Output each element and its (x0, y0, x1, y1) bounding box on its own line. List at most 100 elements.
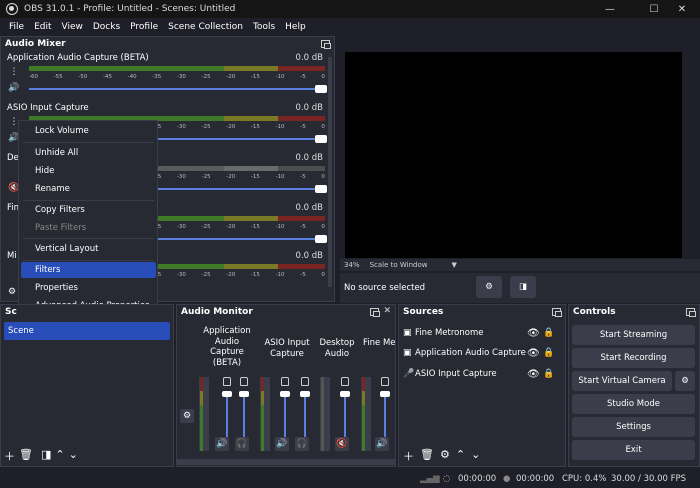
channel-menu-icon[interactable]: ⋮ (7, 65, 21, 79)
lock-icon[interactable]: 🔒 (543, 369, 554, 379)
volume-slider[interactable] (29, 85, 327, 93)
preview-canvas[interactable] (345, 52, 682, 258)
muted-speaker-icon[interactable]: 🔇 (335, 437, 349, 451)
mixer-scrollbar[interactable] (328, 57, 332, 287)
lock-icon[interactable] (240, 377, 248, 386)
menu-item-copy-filters[interactable]: Copy Filters (19, 202, 158, 218)
undock-icon[interactable] (321, 40, 331, 49)
chevron-down-icon[interactable]: ▼ (451, 261, 456, 269)
menu-profile[interactable]: Profile (130, 22, 158, 32)
add-scene-icon[interactable]: ＋ (4, 448, 15, 464)
fader-handle[interactable] (380, 391, 390, 397)
menu-item-vertical-layout[interactable]: Vertical Layout (19, 241, 158, 257)
menu-file[interactable]: File (9, 22, 24, 32)
fader-handle[interactable] (239, 391, 249, 397)
mixer-channel-db: 0.0 dB (295, 53, 323, 63)
menu-docks[interactable]: Docks (93, 22, 120, 32)
source-name: Fine Metronome (415, 328, 484, 338)
move-up-icon[interactable]: ⌃ (55, 448, 64, 464)
source-toolbar: No source selected ⚙ ◨ (340, 273, 700, 303)
remove-source-icon[interactable]: 🗑 (420, 448, 434, 464)
start-virtual-camera-button[interactable]: Start Virtual Camera (572, 371, 672, 391)
scale-mode-select[interactable]: Scale to Window (370, 261, 428, 269)
source-properties-gear-icon[interactable]: ⚙ (476, 276, 502, 298)
undock-icon[interactable] (370, 308, 380, 317)
exit-button[interactable]: Exit (572, 440, 695, 460)
mixer-channel: Application Audio Capture (BETA) 0.0 dB … (3, 53, 327, 103)
mixer-settings-icon[interactable]: ⚙ (5, 285, 19, 299)
volume-slider-handle[interactable] (315, 185, 327, 193)
fader-handle[interactable] (222, 391, 232, 397)
minimize-button[interactable]: — (592, 0, 628, 18)
lock-icon[interactable] (381, 377, 389, 386)
menu-scene-collection[interactable]: Scene Collection (168, 22, 243, 32)
cpu-usage: CPU: 0.4% (562, 473, 607, 484)
scene-filters-icon[interactable]: ◨ (41, 448, 51, 464)
source-settings-icon[interactable]: ⚙ (440, 448, 450, 464)
scene-list-item[interactable]: Scene (4, 322, 170, 340)
close-icon[interactable]: ✕ (383, 306, 391, 316)
add-source-icon[interactable]: ＋ (403, 448, 414, 464)
fader-handle[interactable] (300, 391, 310, 397)
headphones-icon[interactable]: 🎧 (235, 437, 249, 451)
menu-item-lock-volume[interactable]: Lock Volume (19, 123, 158, 139)
menu-view[interactable]: View (62, 22, 83, 32)
volume-slider-handle[interactable] (315, 135, 327, 143)
menu-tools[interactable]: Tools (253, 22, 275, 32)
move-down-icon[interactable]: ⌄ (69, 448, 78, 464)
menu-separator (23, 200, 154, 201)
fader-handle[interactable] (340, 391, 350, 397)
source-item[interactable]: ▣ Application Audio Capture (E 👁 🔒 (403, 345, 563, 361)
eye-icon[interactable]: 👁 (527, 328, 543, 339)
source-item[interactable]: 🎤 ASIO Input Capture 👁 🔒 (403, 366, 563, 382)
speaker-icon[interactable]: 🔊 (7, 81, 21, 95)
source-item[interactable]: ▣ Fine Metronome 👁 🔒 (403, 325, 563, 341)
lock-icon[interactable] (223, 377, 231, 386)
mixer-channel-name: ASIO Input Capture (7, 103, 89, 113)
undock-icon[interactable] (686, 308, 696, 317)
move-up-icon[interactable]: ⌃ (456, 448, 465, 464)
zoom-level: 34% (344, 261, 360, 269)
studio-mode-button[interactable]: Studio Mode (572, 394, 695, 414)
sources-title: Sources (399, 305, 565, 319)
menu-item-hide[interactable]: Hide (19, 163, 158, 179)
undock-icon[interactable] (552, 308, 562, 317)
volume-slider-handle[interactable] (315, 235, 327, 243)
headphones-icon[interactable]: 🎧 (295, 437, 309, 451)
horizontal-scrollbar[interactable] (177, 459, 395, 465)
lock-icon[interactable] (281, 377, 289, 386)
start-streaming-button[interactable]: Start Streaming (572, 325, 695, 345)
scenes-title: Sc (1, 305, 173, 319)
monitor-settings-icon[interactable]: ⚙ (180, 409, 194, 423)
eye-icon[interactable]: 👁 (527, 348, 543, 359)
lock-icon[interactable] (341, 377, 349, 386)
lock-icon[interactable]: 🔒 (543, 348, 554, 358)
fader-handle[interactable] (280, 391, 290, 397)
eye-icon[interactable]: 👁 (527, 369, 543, 380)
speaker-icon[interactable]: 🔊 (375, 437, 389, 451)
menu-help[interactable]: Help (285, 22, 306, 32)
menu-separator (23, 260, 154, 261)
menu-item-rename[interactable]: Rename (19, 181, 158, 197)
mixer-channel-name: Mi (7, 251, 17, 261)
source-filters-icon[interactable]: ◨ (510, 276, 536, 298)
speaker-icon[interactable]: 🔊 (215, 437, 229, 451)
menu-item-unhide-all[interactable]: Unhide All (19, 145, 158, 161)
start-recording-button[interactable]: Start Recording (572, 348, 695, 368)
menu-edit[interactable]: Edit (34, 22, 51, 32)
speaker-icon[interactable]: 🔊 (275, 437, 289, 451)
stream-time: 00:00:00 (458, 473, 497, 484)
menu-item-properties[interactable]: Properties (19, 280, 158, 296)
stream-status-icon: ◌ (443, 473, 451, 484)
settings-button[interactable]: Settings (572, 417, 695, 437)
virtual-camera-settings-gear-icon[interactable]: ⚙ (675, 371, 695, 391)
menu-item-filters[interactable]: Filters (21, 262, 156, 278)
lock-icon[interactable] (301, 377, 309, 386)
menu-separator (23, 238, 154, 239)
lock-icon[interactable]: 🔒 (543, 328, 554, 338)
volume-slider-handle[interactable] (315, 85, 327, 93)
app-audio-icon: ▣ (403, 348, 412, 358)
close-button[interactable]: ✕ (664, 0, 700, 18)
remove-scene-icon[interactable]: 🗑 (19, 448, 33, 464)
move-down-icon[interactable]: ⌄ (471, 448, 480, 464)
